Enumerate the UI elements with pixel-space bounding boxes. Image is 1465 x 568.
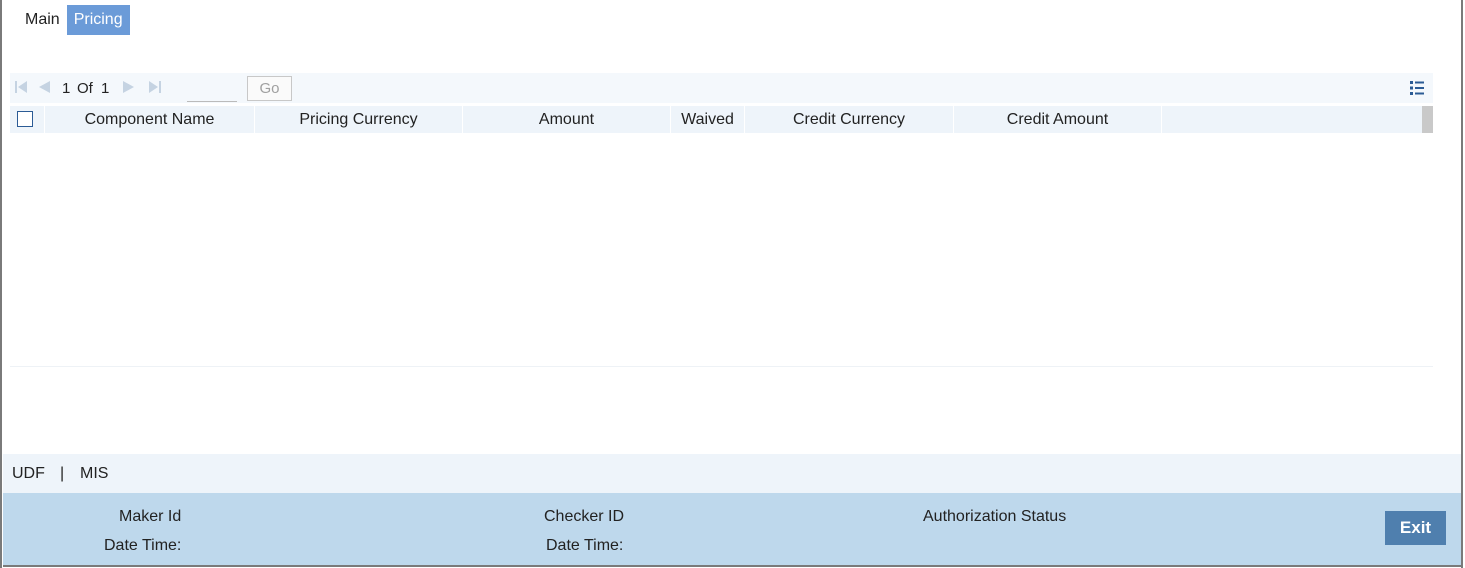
column-header-credit-currency[interactable]: Credit Currency [744,106,953,133]
column-header-waived[interactable]: Waived [670,106,744,133]
audit-footer: Maker Id Date Time: Checker ID Date Time… [3,493,1461,565]
current-page: 1 [62,80,71,97]
first-page-icon[interactable] [13,79,29,95]
select-all-checkbox[interactable] [17,111,33,127]
column-header-spacer [1161,106,1422,133]
of-label: Of [77,80,93,97]
link-separator: | [60,465,65,482]
tab-main[interactable]: Main [18,5,67,35]
column-header-credit-amount[interactable]: Credit Amount [953,106,1161,133]
last-page-icon[interactable] [147,79,163,95]
grid-header-row: Component Name Pricing Currency Amount W… [10,106,1433,133]
pagination-bar: 1 Of 1 Go [10,73,1433,103]
sub-screen-links: UDF | MIS [3,454,1461,493]
maker-datetime-label: Date Time: [104,537,182,554]
column-header-amount[interactable]: Amount [462,106,670,133]
column-header-component-name[interactable]: Component Name [44,106,254,133]
page-number-input[interactable] [187,76,237,102]
column-header-pricing-currency[interactable]: Pricing Currency [254,106,462,133]
tab-bar: Main Pricing [18,5,130,35]
checker-datetime-label: Date Time: [546,537,624,554]
go-button[interactable]: Go [247,76,292,101]
tab-pricing[interactable]: Pricing [66,5,130,35]
maker-id-label: Maker Id [119,508,182,525]
vertical-scrollbar[interactable] [1422,106,1433,133]
window-border-right [1461,0,1463,568]
mis-link[interactable]: MIS [80,465,108,483]
pricing-grid: 1 Of 1 Go Component Name Pricing Currenc… [10,73,1433,367]
window-border-bottom [3,565,1461,567]
previous-page-icon[interactable] [36,79,52,95]
next-page-icon[interactable] [121,79,137,95]
window-border-left [0,0,2,568]
total-pages: 1 [101,80,110,97]
authorization-status-label: Authorization Status [923,508,1067,525]
exit-button[interactable]: Exit [1385,511,1446,545]
checker-id-label: Checker ID [544,508,625,525]
column-settings-icon[interactable] [1409,80,1425,96]
udf-link[interactable]: UDF [12,465,45,483]
